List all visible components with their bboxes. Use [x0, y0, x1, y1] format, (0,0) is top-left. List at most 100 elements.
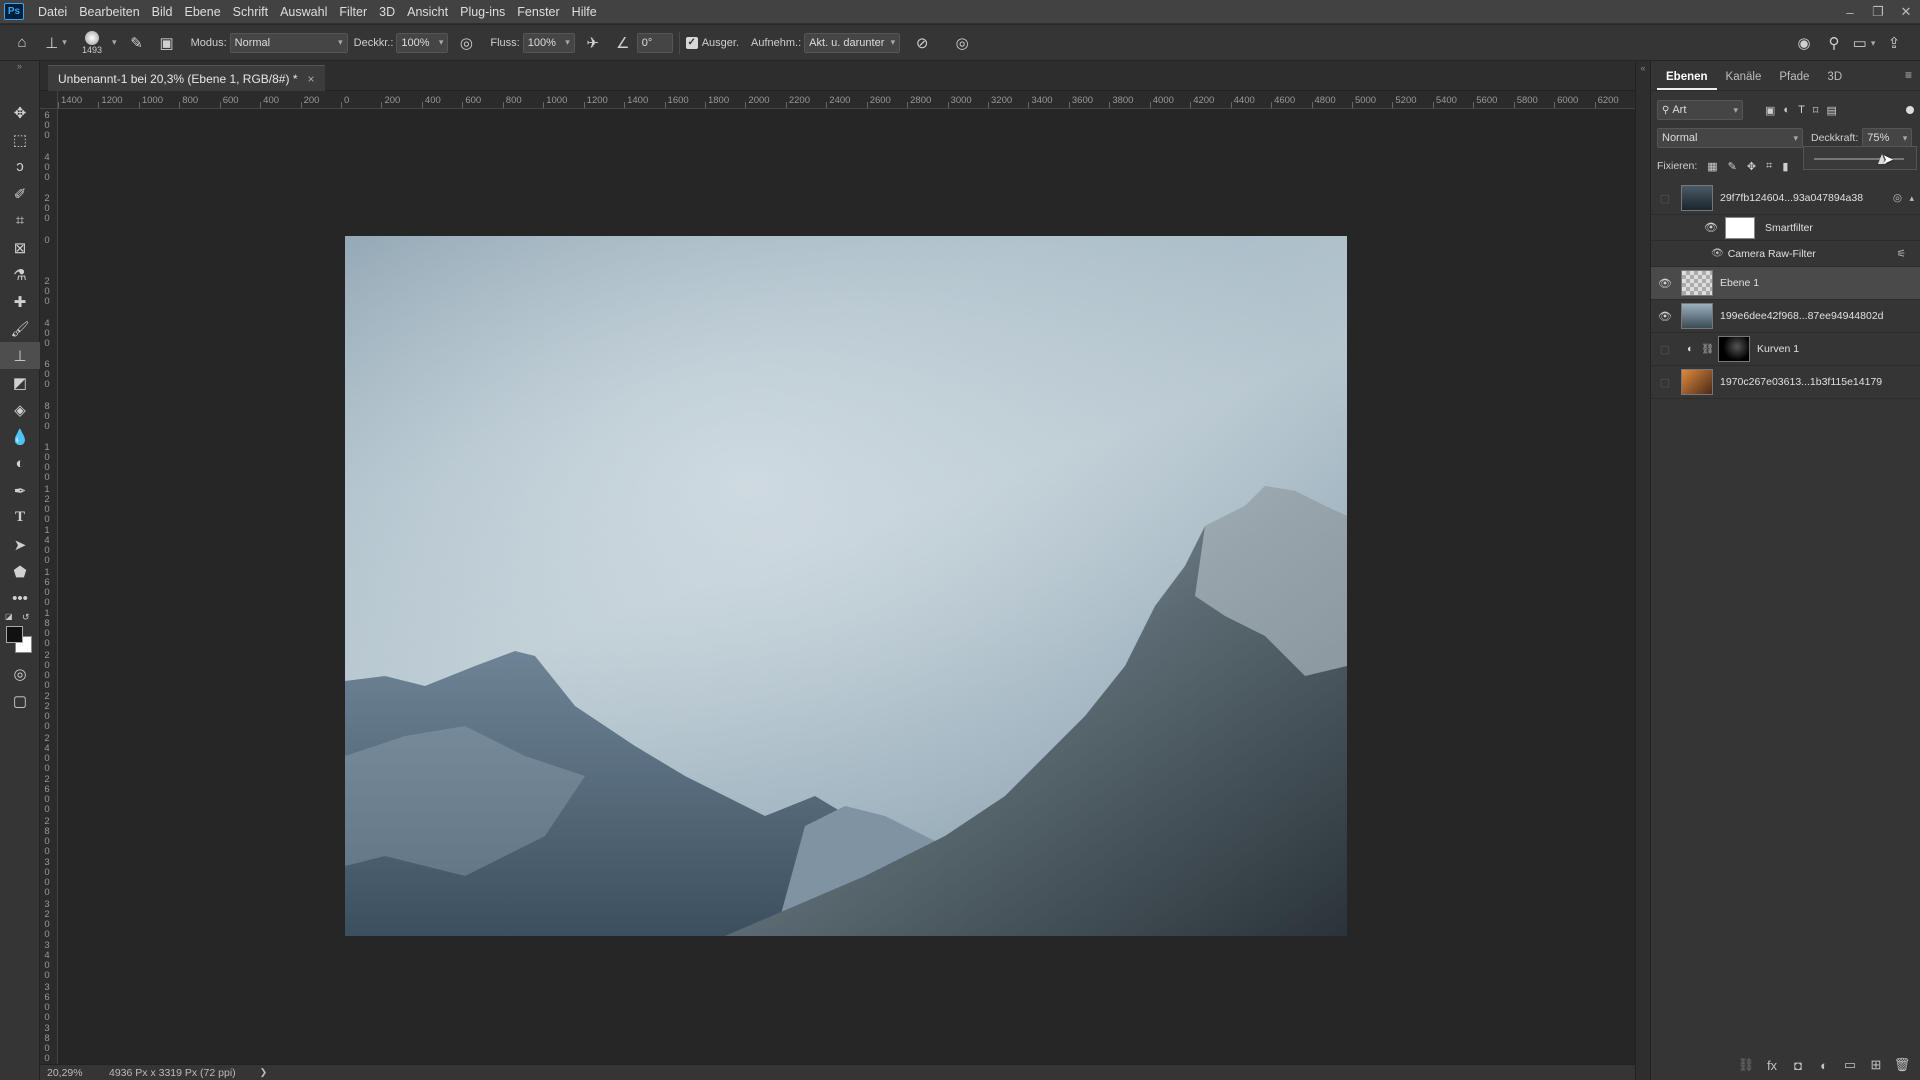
paint-bucket-tool-icon[interactable]: ◈ [0, 396, 40, 423]
learn-icon[interactable]: ◉ [1792, 31, 1816, 55]
vertical-ruler[interactable]: 600 400 200 0 200 400 600 800 1000 1200 1400 1600 18… [40, 109, 58, 1064]
visibility-icon[interactable]: 👁 [1711, 248, 1724, 259]
tab-3d[interactable]: 3D [1818, 64, 1851, 90]
clone-source-panel-icon[interactable]: ▣ [155, 31, 179, 55]
expand-panels-icon[interactable]: « [1636, 63, 1650, 73]
crop-tool-icon[interactable]: ⌗ [0, 207, 40, 234]
lock-all-icon[interactable]: ▮ [1782, 160, 1788, 173]
layer-row-smartobject-1[interactable]: ▢ 29f7fb124604...93a047894a38 ◎ ▴ [1651, 182, 1920, 215]
brush-preset-picker[interactable]: 1493 [82, 30, 102, 55]
quick-mask-icon[interactable]: ◎ [0, 660, 40, 687]
menu-item-datei[interactable]: Datei [32, 0, 73, 24]
tab-ebenen[interactable]: Ebenen [1657, 64, 1717, 90]
lock-artboard-icon[interactable]: ⌗ [1766, 160, 1772, 173]
add-mask-icon[interactable]: ◘ [1785, 1058, 1811, 1073]
filter-options-icon[interactable]: ⚟ [1897, 248, 1906, 260]
ausger-checkbox[interactable]: ✓ [685, 36, 698, 49]
panel-dock-strip[interactable]: « [1635, 61, 1650, 1080]
tab-pfade[interactable]: Pfade [1770, 64, 1818, 90]
move-tool-icon[interactable]: ✥ [0, 99, 40, 126]
link-layers-icon[interactable]: ⛓ [1733, 1057, 1759, 1073]
pressure-size-icon[interactable]: ◎ [950, 31, 974, 55]
visibility-icon[interactable]: 👁 [1655, 277, 1675, 290]
visibility-icon[interactable]: 👁 [1655, 310, 1675, 323]
layer-row-camera-raw-filter[interactable]: 👁 Camera Raw-Filter ⚟ [1651, 241, 1920, 267]
layer-row-smartobject-3[interactable]: ▢ 1970c267e03613...1b3f115e14179 [1651, 366, 1920, 399]
swap-colors-icon[interactable]: ↺ [22, 612, 30, 623]
search-icon[interactable]: ⚲ [1822, 31, 1846, 55]
menu-item-fenster[interactable]: Fenster [511, 0, 565, 24]
filter-adjustment-icon[interactable]: ◐ [1783, 104, 1790, 117]
chevron-up-icon[interactable]: ▴ [1909, 193, 1914, 204]
panel-menu-icon[interactable]: ≡ [1905, 68, 1912, 82]
pressure-opacity-icon[interactable]: ◎ [454, 31, 478, 55]
clone-stamp-tool-icon[interactable]: ⊥ [0, 342, 40, 369]
visibility-icon[interactable]: 👁 [1701, 221, 1721, 234]
visibility-off-icon[interactable]: ▢ [1655, 376, 1675, 389]
default-colors-icon[interactable]: ◪ [5, 612, 13, 621]
menu-item-ansicht[interactable]: Ansicht [401, 0, 454, 24]
menu-item-plug-ins[interactable]: Plug-ins [454, 0, 511, 24]
smart-filter-toggle-icon[interactable]: ◎ [1893, 192, 1902, 204]
menu-item-auswahl[interactable]: Auswahl [274, 0, 333, 24]
deckkraft-field[interactable]: 100% ▾ [396, 32, 449, 53]
screen-mode-icon[interactable]: ▢ [0, 687, 40, 714]
frame-tool-icon[interactable]: ⊠ [0, 234, 40, 261]
ruler-origin[interactable] [40, 91, 58, 109]
shape-tool-icon[interactable]: ⬟ [0, 558, 40, 585]
lasso-tool-icon[interactable]: ↄ [0, 153, 40, 180]
path-selection-tool-icon[interactable]: ➤ [0, 531, 40, 558]
filter-toggle-icon[interactable] [1906, 106, 1914, 114]
filter-shape-icon[interactable]: ⌑ [1813, 104, 1819, 117]
eraser-tool-icon[interactable]: ◩ [0, 369, 40, 396]
new-layer-icon[interactable]: ⊞ [1863, 1057, 1889, 1073]
new-adjustment-icon[interactable]: ◐ [1811, 1058, 1837, 1073]
airbrush-icon[interactable]: ✈ [581, 31, 605, 55]
workspace-icon[interactable]: ▭ ▾ [1852, 31, 1876, 55]
delete-layer-icon[interactable]: 🗑 [1889, 1057, 1915, 1073]
brush-settings-panel-icon[interactable]: ✎ [125, 31, 149, 55]
menu-item-ebene[interactable]: Ebene [179, 0, 227, 24]
blend-mode-select[interactable]: Normal ▾ [1657, 128, 1803, 148]
menu-item-schrift[interactable]: Schrift [227, 0, 274, 24]
opacity-field[interactable]: 75% ▾ [1862, 128, 1913, 148]
brush-tool-icon[interactable]: 🖌 [0, 315, 40, 342]
menu-item-bearbeiten[interactable]: Bearbeiten [73, 0, 145, 24]
modus-select[interactable]: Normal ▾ [229, 32, 348, 53]
zoom-level[interactable]: 20,29% [40, 1067, 95, 1079]
foreground-color-swatch[interactable] [6, 626, 23, 643]
aufnehm-select[interactable]: Akt. u. darunter ▾ [804, 32, 901, 53]
healing-brush-tool-icon[interactable]: ✚ [0, 288, 40, 315]
clone-stamp-tool-preset-icon[interactable]: ⊥ ▾ [40, 31, 72, 55]
visibility-off-icon[interactable]: ▢ [1655, 192, 1675, 205]
status-menu-arrow-icon[interactable]: ❯ [260, 1067, 268, 1078]
menu-item-hilfe[interactable]: Hilfe [566, 0, 603, 24]
visibility-off-icon[interactable]: ▢ [1655, 343, 1675, 356]
quick-selection-tool-icon[interactable]: ✐ [0, 180, 40, 207]
layer-filter-select[interactable]: ⚲ Art ▾ [1657, 100, 1743, 120]
layer-row-smartobject-2[interactable]: 👁 199e6dee42f968...87ee94944802d [1651, 300, 1920, 333]
minimize-icon[interactable]: – [1836, 0, 1864, 24]
canvas-area[interactable] [58, 109, 1635, 1064]
document-image[interactable] [345, 236, 1347, 936]
home-icon[interactable]: ⌂ [10, 31, 34, 55]
filter-smartobject-icon[interactable]: ▤ [1826, 104, 1836, 117]
eyedropper-tool-icon[interactable]: ⚗ [0, 261, 40, 288]
marquee-tool-icon[interactable]: ⬚ [0, 126, 40, 153]
menu-item-bild[interactable]: Bild [146, 0, 179, 24]
fluss-field[interactable]: 100% ▾ [522, 32, 575, 53]
brush-preset-dropdown-icon[interactable]: ▾ [112, 37, 117, 48]
type-tool-icon[interactable]: T [0, 504, 40, 531]
filter-pixel-icon[interactable]: ▣ [1765, 104, 1775, 117]
restore-icon[interactable]: ❐ [1864, 0, 1892, 24]
lock-position-icon[interactable]: ✥ [1747, 160, 1756, 173]
angle-field[interactable]: 0° [636, 32, 673, 53]
tab-kanäle[interactable]: Kanäle [1717, 64, 1771, 90]
close-icon[interactable]: ✕ [1892, 0, 1920, 24]
layer-row-smartfilter[interactable]: 👁 Smartfilter [1651, 215, 1920, 241]
menu-item-filter[interactable]: Filter [333, 0, 373, 24]
layer-style-icon[interactable]: fx [1759, 1058, 1785, 1073]
pen-tool-icon[interactable]: ✒ [0, 477, 40, 504]
menu-item-3d[interactable]: 3D [373, 0, 401, 24]
lock-image-icon[interactable]: ✎ [1728, 160, 1737, 173]
